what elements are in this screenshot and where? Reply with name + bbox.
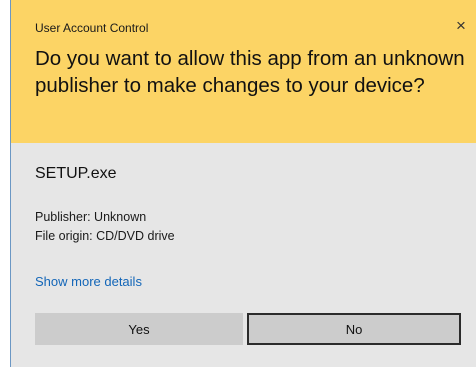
yes-button[interactable]: Yes <box>35 313 243 345</box>
window-title: User Account Control <box>35 21 149 35</box>
publisher-info: Publisher: Unknown <box>35 210 147 224</box>
file-origin-info: File origin: CD/DVD drive <box>35 229 175 243</box>
dialog-header: User Account Control × Do you want to al… <box>11 0 476 143</box>
uac-dialog: User Account Control × Do you want to al… <box>10 0 476 367</box>
close-icon[interactable]: × <box>452 17 470 35</box>
prompt-question: Do you want to allow this app from an un… <box>35 47 465 97</box>
show-more-details-link[interactable]: Show more details <box>35 274 142 289</box>
no-button[interactable]: No <box>247 313 461 345</box>
app-name: SETUP.exe <box>35 165 117 182</box>
